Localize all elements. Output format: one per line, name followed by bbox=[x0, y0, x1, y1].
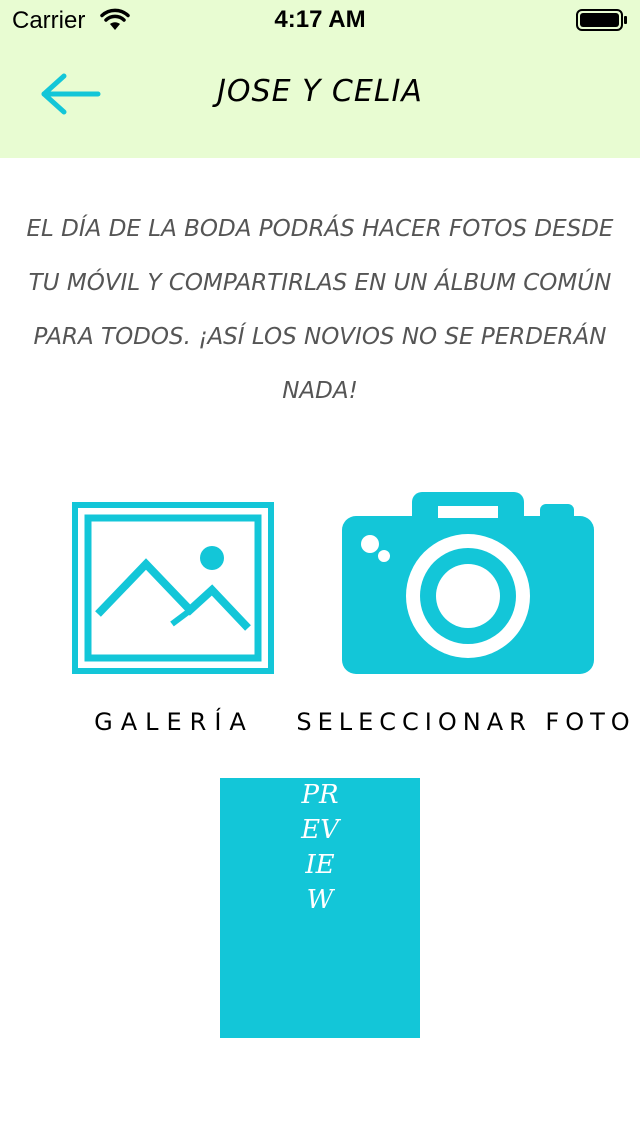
image-icon bbox=[72, 502, 274, 674]
select-photo-label: SELECCIONAR FOTO bbox=[296, 708, 636, 736]
intro-description: EL DÍA DE LA BODA PODRÁS HACER FOTOS DES… bbox=[26, 216, 614, 404]
navigation-bar: JOSE Y CELIA bbox=[0, 40, 640, 158]
gallery-button[interactable] bbox=[72, 502, 274, 674]
camera-button[interactable] bbox=[342, 492, 594, 674]
status-bar: Carrier 4:17 AM bbox=[0, 0, 640, 40]
status-time: 4:17 AM bbox=[274, 6, 366, 33]
page-title: JOSE Y CELIA bbox=[217, 74, 423, 109]
preview-panel[interactable]: PREVIEW bbox=[220, 778, 420, 1038]
preview-label: PREVIEW bbox=[301, 780, 339, 915]
battery-icon bbox=[576, 9, 627, 31]
camera-icon bbox=[342, 492, 594, 674]
gallery-label: GALERÍA bbox=[94, 708, 254, 736]
